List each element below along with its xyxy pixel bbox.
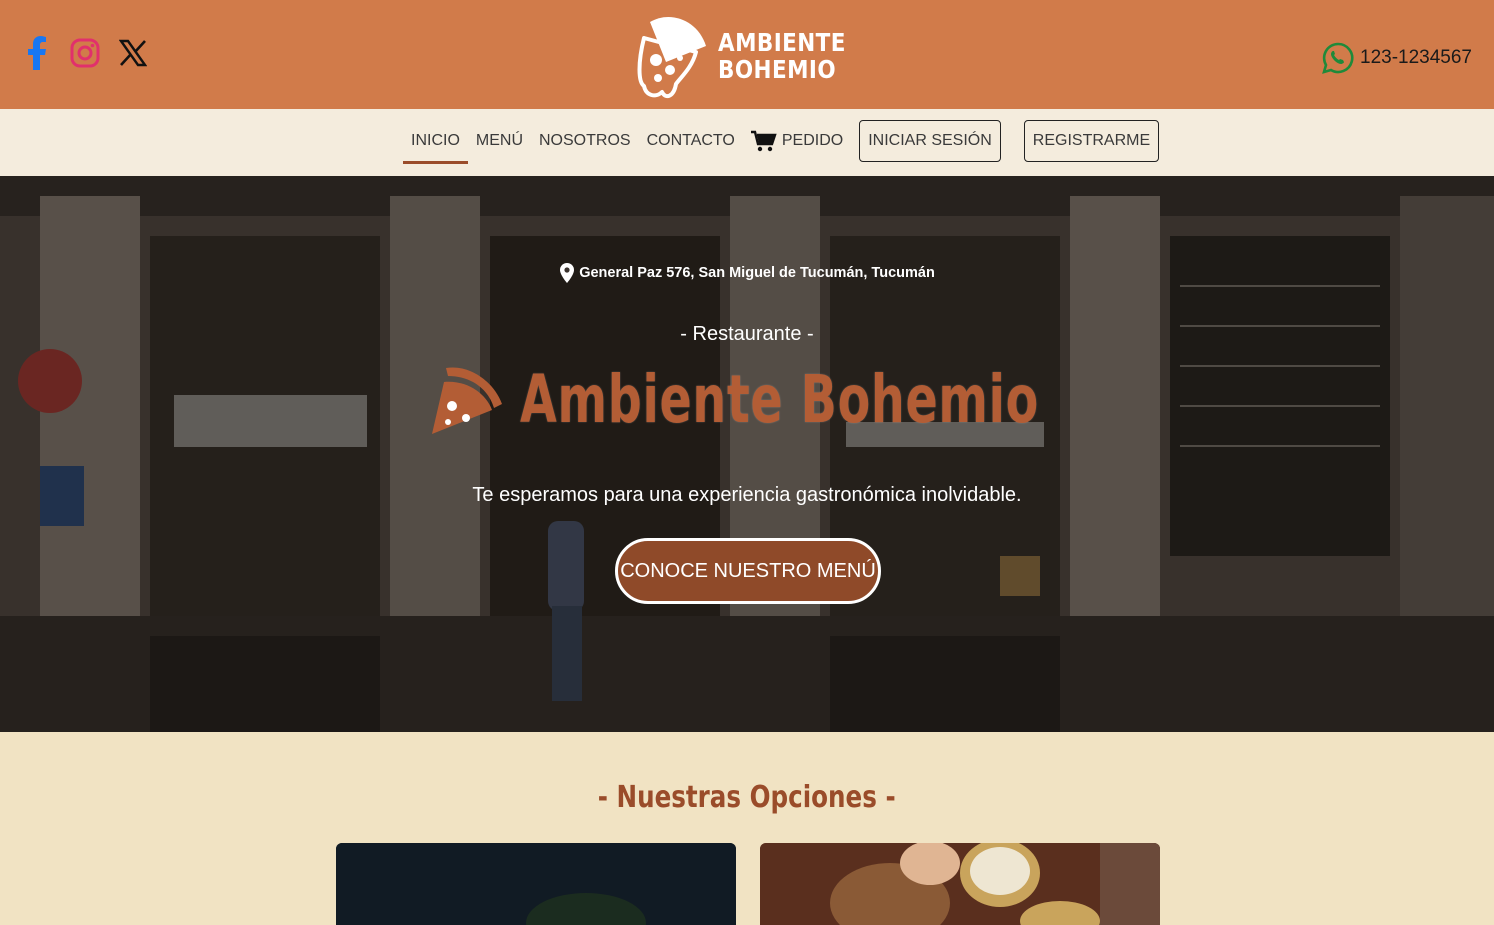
phone-number: 123-1234567 <box>1360 47 1472 68</box>
cart-icon <box>750 130 777 152</box>
option-card-2[interactable] <box>760 843 1160 925</box>
main-navbar: INICIO MENÚ NOSOTROS CONTACTO PEDIDO INI… <box>0 109 1494 176</box>
pizza-logo-icon <box>637 16 706 99</box>
option-card-1-image <box>336 843 736 925</box>
hero-section: General Paz 576, San Miguel de Tucumán, … <box>0 176 1494 732</box>
facebook-icon[interactable] <box>22 36 52 70</box>
nav-menu: INICIO MENÚ NOSOTROS CONTACTO PEDIDO INI… <box>403 120 1160 164</box>
section-title: - Nuestras Opciones - <box>0 780 1494 815</box>
hero-title-text: Ambiente Bohemio <box>520 360 1040 438</box>
nav-item-pedido[interactable]: PEDIDO <box>743 121 851 161</box>
whatsapp-icon <box>1322 42 1354 74</box>
brand-line-1: AMBIENTE <box>718 28 846 57</box>
nav-item-pedido-label: PEDIDO <box>781 132 844 149</box>
option-card-1[interactable] <box>336 843 736 925</box>
location-pin-icon <box>560 263 575 283</box>
instagram-icon[interactable] <box>70 36 100 70</box>
pizza-slice-icon <box>432 367 502 434</box>
x-icon[interactable] <box>118 36 148 70</box>
hero-title: Ambiente Bohemio <box>428 360 1241 438</box>
nav-item-nosotros[interactable]: NOSOTROS <box>531 121 639 161</box>
phone-contact[interactable]: 123-1234567 <box>1322 42 1472 74</box>
hero-tagline: Te esperamos para una experiencia gastro… <box>472 484 1022 506</box>
brand-logo[interactable]: AMBIENTE BOHEMIO <box>636 12 867 100</box>
menu-cta-button[interactable]: CONOCE NUESTRO MENÚ <box>615 538 881 604</box>
nav-item-inicio[interactable]: INICIO <box>403 121 468 164</box>
brand-line-2: BOHEMIO <box>718 55 837 84</box>
option-card-2-image <box>760 843 1160 925</box>
hero-subtitle: - Restaurante - <box>680 323 814 345</box>
hero-overlay <box>0 176 1494 732</box>
brand-name: AMBIENTE BOHEMIO <box>718 29 846 83</box>
address-text: General Paz 576, San Miguel de Tucumán, … <box>579 265 935 281</box>
top-header: AMBIENTE BOHEMIO 123-1234567 <box>0 0 1494 109</box>
address-line: General Paz 576, San Miguel de Tucumán, … <box>0 263 1494 283</box>
nav-item-menu[interactable]: MENÚ <box>468 121 531 161</box>
register-button[interactable]: REGISTRARME <box>1023 120 1160 162</box>
section-title-text: - Nuestras Opciones - <box>598 780 896 815</box>
login-button[interactable]: INICIAR SESIÓN <box>859 120 1001 162</box>
social-links <box>22 36 148 70</box>
nav-item-contacto[interactable]: CONTACTO <box>639 121 743 161</box>
